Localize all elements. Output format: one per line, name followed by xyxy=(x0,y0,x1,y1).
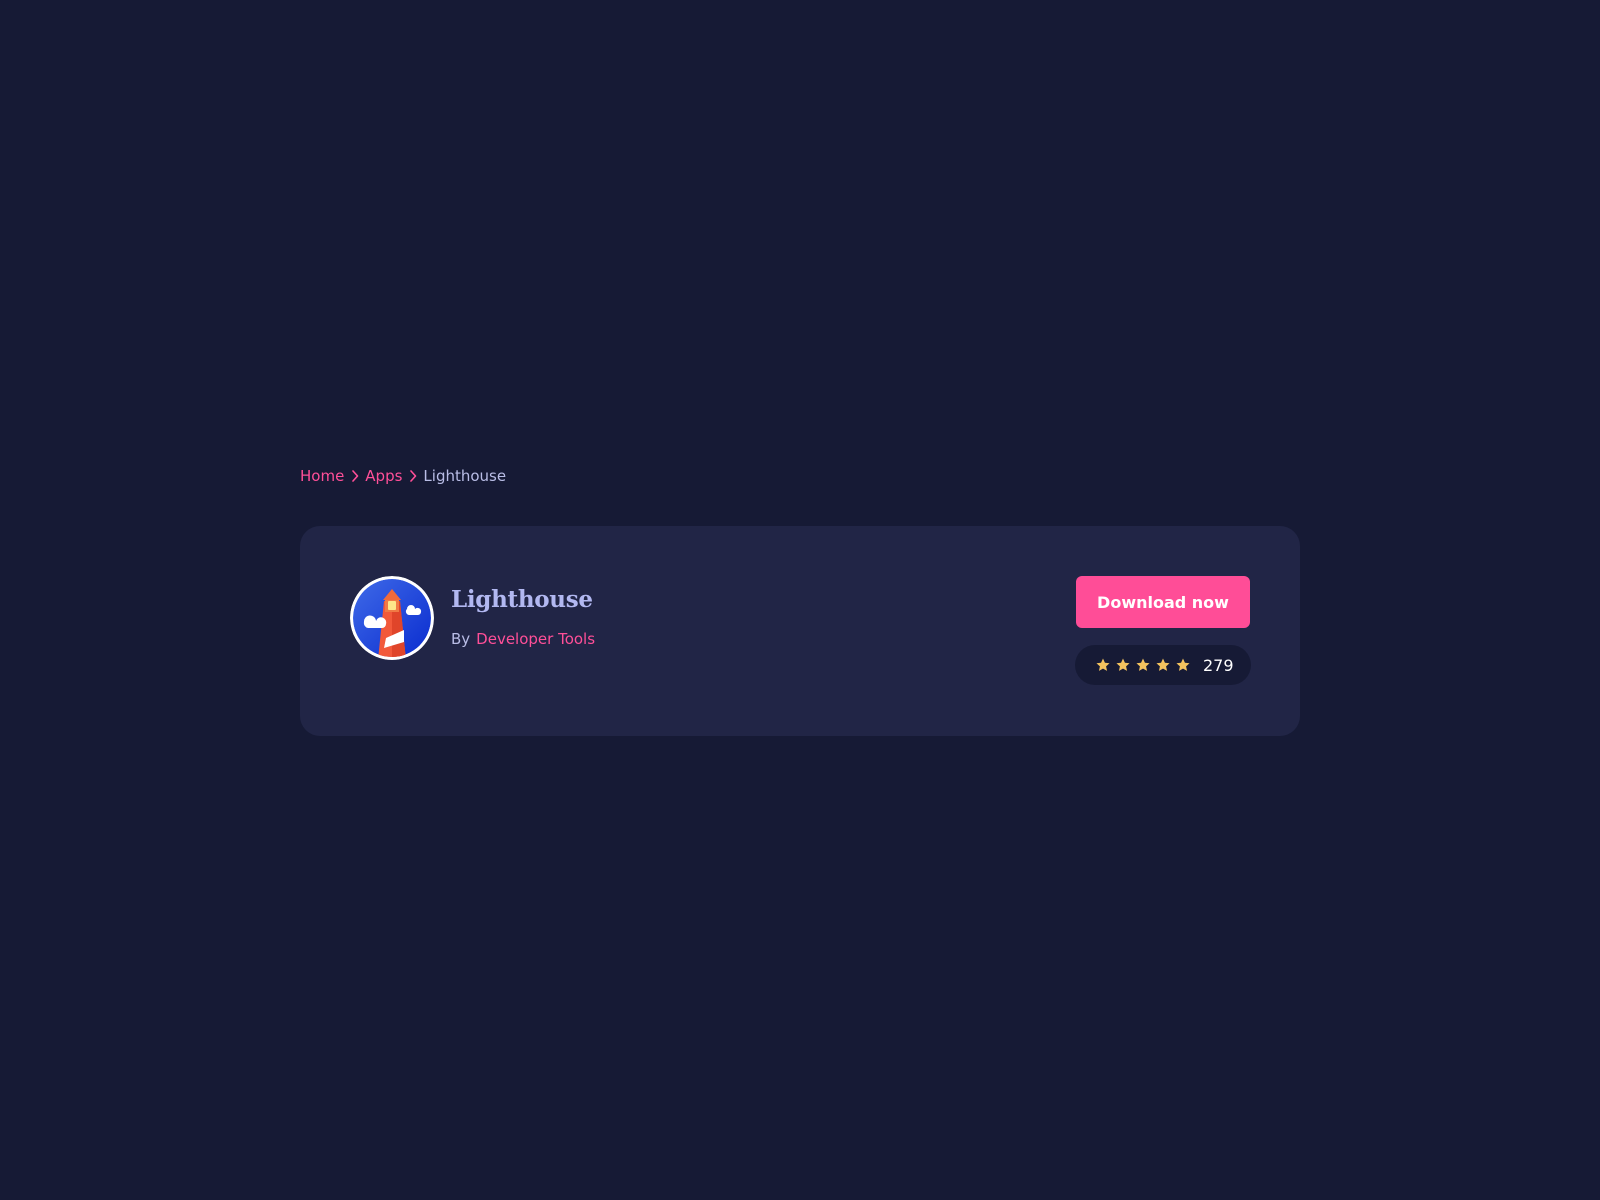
star-icon xyxy=(1176,658,1190,671)
download-button[interactable]: Download now xyxy=(1076,576,1250,628)
star-icon xyxy=(1116,658,1130,671)
chevron-right-icon xyxy=(402,466,423,486)
star-icon xyxy=(1156,658,1170,671)
rating-badge: 279 xyxy=(1075,645,1251,685)
app-author: By Developer Tools xyxy=(451,630,595,648)
rating-stars xyxy=(1095,657,1191,673)
breadcrumb: Home Apps Lighthouse xyxy=(300,466,506,486)
star-icon xyxy=(1096,658,1110,671)
rating-count: 279 xyxy=(1203,655,1234,675)
star-icon xyxy=(1136,658,1150,671)
breadcrumb-current: Lighthouse xyxy=(423,467,507,485)
app-title: Lighthouse xyxy=(451,586,593,613)
breadcrumb-apps-link[interactable]: Apps xyxy=(365,467,402,485)
developer-link[interactable]: Developer Tools xyxy=(476,630,595,648)
lighthouse-logo-icon xyxy=(350,576,434,660)
chevron-right-icon xyxy=(344,466,365,486)
breadcrumb-home-link[interactable]: Home xyxy=(300,467,344,485)
by-label: By xyxy=(451,630,471,648)
app-card: Lighthouse By Developer Tools Download n… xyxy=(300,526,1300,736)
